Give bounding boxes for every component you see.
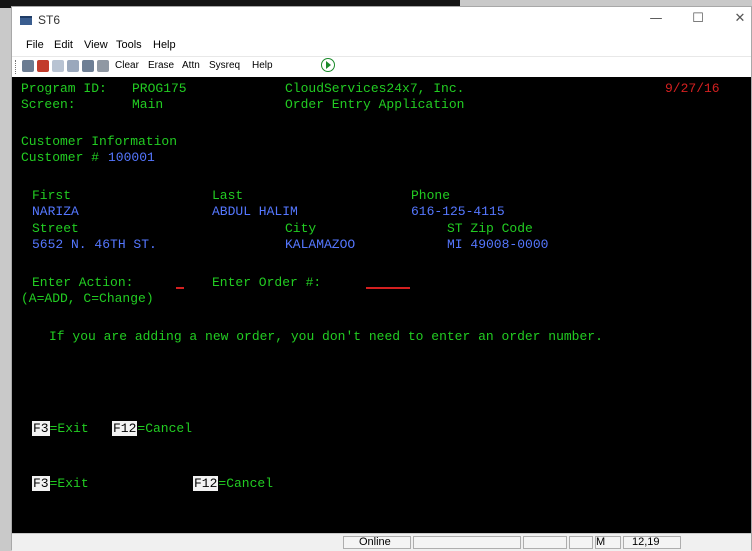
- attn-button[interactable]: Attn: [182, 60, 200, 71]
- menu-bar: File Edit View Tools Help: [12, 37, 751, 55]
- toolbar: Clear Erase Attn Sysreq Help: [12, 56, 751, 77]
- customer-number: 100001: [108, 150, 155, 165]
- f3-key[interactable]: F3: [32, 421, 50, 436]
- play-icon[interactable]: [321, 58, 335, 72]
- connect-icon[interactable]: [22, 60, 34, 72]
- screen-name: Main: [132, 97, 164, 112]
- f3-text-2: =Exit: [49, 476, 89, 491]
- settings-icon[interactable]: [97, 60, 109, 72]
- first-name-label: First: [32, 188, 72, 203]
- city-value: KALAMAZOO: [285, 237, 356, 252]
- menu-view[interactable]: View: [84, 39, 108, 51]
- window-title: ST6: [38, 13, 61, 27]
- copy-icon[interactable]: [52, 60, 64, 72]
- function-keys-row-2: F3=Exit: [32, 476, 89, 491]
- erase-button[interactable]: Erase: [148, 60, 174, 71]
- minimize-button[interactable]: —: [642, 10, 670, 28]
- clear-button[interactable]: Clear: [115, 60, 139, 71]
- st-zip-label: ST Zip Code: [447, 221, 533, 236]
- help-button[interactable]: Help: [252, 60, 273, 71]
- title-bar[interactable]: ST6 — ☐ ✕: [12, 7, 751, 31]
- menu-file[interactable]: File: [26, 39, 44, 51]
- maximize-button[interactable]: ☐: [684, 10, 712, 28]
- app-name: Order Entry Application: [285, 97, 465, 112]
- customer-label: Customer #: [21, 150, 100, 165]
- section-title: Customer Information: [21, 134, 178, 149]
- f12-text: =Cancel: [137, 421, 193, 436]
- f12-text-2: =Cancel: [218, 476, 274, 491]
- f3-text: =Exit: [49, 421, 89, 436]
- order-number-input[interactable]: [366, 287, 410, 289]
- menu-help[interactable]: Help: [153, 39, 176, 51]
- street-value: 5652 N. 46TH ST.: [32, 237, 157, 252]
- function-keys-row-1-f12: F12=Cancel: [112, 421, 192, 436]
- print-icon[interactable]: [82, 60, 94, 72]
- paste-icon[interactable]: [67, 60, 79, 72]
- status-cell-empty-3: [569, 536, 593, 549]
- program-id-value: PROG175: [132, 81, 187, 96]
- f3-key-2[interactable]: F3: [32, 476, 50, 491]
- terminal-window: ST6 — ☐ ✕ File Edit View Tools Help Clea…: [11, 6, 752, 551]
- first-name-value: NARIZA: [32, 204, 79, 219]
- terminal-screen[interactable]: Program ID: PROG175 CloudServices24x7, I…: [12, 77, 751, 533]
- order-number-label: Enter Order #:: [212, 275, 322, 290]
- app-icon: [20, 16, 32, 25]
- cursor-position: 12,19: [632, 536, 660, 548]
- action-input[interactable]: [176, 287, 184, 289]
- info-message: If you are adding a new order, you don't…: [49, 329, 603, 344]
- street-label: Street: [32, 221, 79, 236]
- action-label: Enter Action:: [32, 275, 134, 290]
- toolbar-grip[interactable]: [15, 60, 19, 74]
- program-id-label: Program ID:: [21, 81, 107, 96]
- function-keys-row-1: F3=Exit: [32, 421, 89, 436]
- screen-label: Screen:: [21, 97, 76, 112]
- st-zip-value: MI 49008-0000: [447, 237, 549, 252]
- f12-key[interactable]: F12: [112, 421, 138, 436]
- menu-tools[interactable]: Tools: [116, 39, 142, 51]
- city-label: City: [285, 221, 317, 236]
- phone-value: 616-125-4115: [411, 204, 505, 219]
- phone-label: Phone: [411, 188, 451, 203]
- menu-edit[interactable]: Edit: [54, 39, 73, 51]
- status-bar: Online M 12,19: [12, 533, 751, 551]
- close-button[interactable]: ✕: [726, 10, 752, 28]
- mode-indicator: M: [596, 536, 606, 548]
- disconnect-icon[interactable]: [37, 60, 49, 72]
- date-value: 9/27/16: [665, 81, 720, 96]
- action-hint: (A=ADD, C=Change): [21, 291, 154, 306]
- last-name-label: Last: [212, 188, 244, 203]
- function-keys-row-2-f12: F12=Cancel: [193, 476, 273, 491]
- status-cell-empty-2: [523, 536, 567, 549]
- connection-status: Online: [359, 536, 391, 548]
- sysreq-button[interactable]: Sysreq: [209, 60, 240, 71]
- status-cell-empty-1: [413, 536, 521, 549]
- last-name-value: ABDUL HALIM: [212, 204, 298, 219]
- f12-key-2[interactable]: F12: [193, 476, 219, 491]
- company-name: CloudServices24x7, Inc.: [285, 81, 465, 96]
